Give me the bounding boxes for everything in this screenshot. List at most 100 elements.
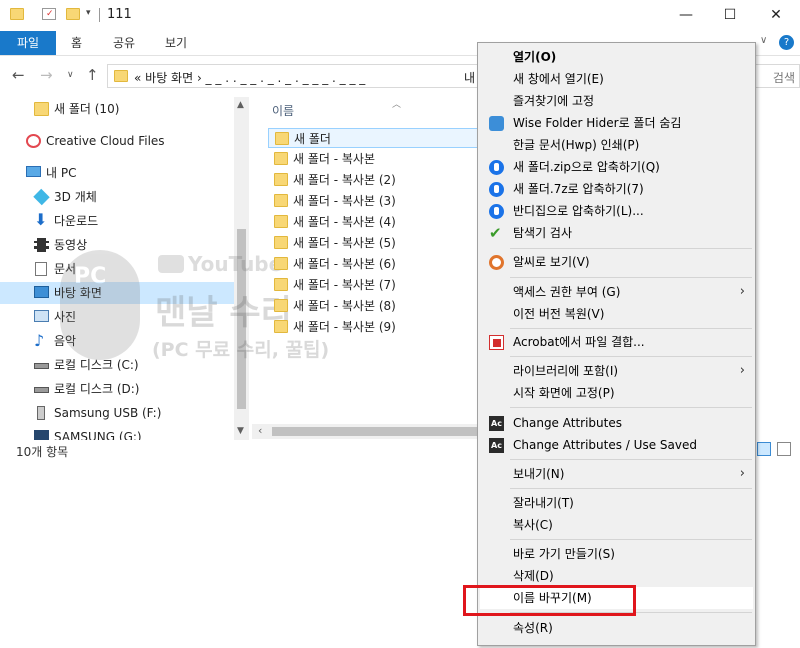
properties-icon[interactable]: ✓ <box>42 8 56 20</box>
list-item[interactable]: 새 폴더 - 복사본 (8) <box>268 296 478 316</box>
help-icon[interactable]: ? <box>779 35 794 50</box>
folder-icon <box>274 152 288 165</box>
nav-item-this-pc[interactable]: 내 PC <box>0 162 234 184</box>
music-icon: ♪ <box>34 331 45 350</box>
menu-item-restore-versions[interactable]: 이전 버전 복원(V) <box>480 303 753 325</box>
drive-icon <box>34 363 49 369</box>
menu-item-acrobat-combine[interactable]: Acrobat에서 파일 결합... <box>480 331 753 353</box>
minimize-button[interactable]: — <box>666 4 706 26</box>
nav-item-music[interactable]: ♪ 음악 <box>0 330 234 352</box>
title-separator <box>99 8 100 22</box>
nav-item-drive-c[interactable]: 로컬 디스크 (C:) <box>0 354 234 376</box>
submenu-arrow-icon: › <box>739 284 745 299</box>
window-title: 111 <box>107 7 132 22</box>
address-trailing-text: 내 <box>464 71 476 85</box>
list-item[interactable]: 새 폴더 - 복사본 (4) <box>268 212 478 232</box>
tab-home[interactable]: 홈 <box>71 31 82 55</box>
horizontal-scrollbar[interactable]: ‹ <box>252 424 482 439</box>
menu-separator <box>510 328 752 329</box>
desktop-icon <box>34 286 49 298</box>
nav-item-drive-d[interactable]: 로컬 디스크 (D:) <box>0 378 234 400</box>
list-item[interactable]: 새 폴더 - 복사본 (7) <box>268 275 478 295</box>
tab-file[interactable]: 파일 <box>0 31 56 55</box>
menu-item-pin-quick-access[interactable]: 즐겨찾기에 고정 <box>480 90 753 112</box>
quick-access-dropdown-icon[interactable]: ▾ <box>86 8 91 18</box>
address-path: « 바탕 화면 › _ _ . . _ _ . _ . _ . _ _ _ . … <box>134 71 366 85</box>
menu-item-explorer-scan[interactable]: ✔ 탐색기 검사 <box>480 222 753 244</box>
nav-pane-scrollbar[interactable]: ▲ ▼ <box>234 97 249 440</box>
tab-share[interactable]: 공유 <box>113 31 135 55</box>
bandizip-icon <box>489 182 504 197</box>
nav-item-usb-f[interactable]: Samsung USB (F:) <box>0 402 234 424</box>
maximize-button[interactable]: ☐ <box>710 4 750 26</box>
menu-item-compress-7z[interactable]: 새 폴더.7z로 압축하기(7) <box>480 178 753 200</box>
submenu-arrow-icon: › <box>739 363 745 378</box>
forward-arrow-icon[interactable]: → <box>40 66 53 84</box>
tab-view[interactable]: 보기 <box>165 31 187 55</box>
list-item[interactable]: 새 폴더 - 복사본 (3) <box>268 191 478 211</box>
close-button[interactable]: ✕ <box>756 4 796 26</box>
menu-separator <box>510 459 752 460</box>
scroll-down-icon[interactable]: ▼ <box>237 426 244 436</box>
nav-item-new-folder[interactable]: 새 폴더 (10) <box>0 98 234 120</box>
up-arrow-icon[interactable]: ↑ <box>86 66 99 84</box>
recent-locations-icon[interactable]: ∨ <box>67 70 74 80</box>
menu-item-hwp-print[interactable]: 한글 문서(Hwp) 인쇄(P) <box>480 134 753 156</box>
menu-item-pin-start[interactable]: 시작 화면에 고정(P) <box>480 382 753 404</box>
menu-item-change-attributes[interactable]: Ac Change Attributes <box>480 412 753 434</box>
nav-item-drive-g[interactable]: SAMSUNG (G:) <box>0 426 234 440</box>
list-item[interactable]: 새 폴더 <box>268 128 478 148</box>
change-attributes-icon: Ac <box>489 416 504 431</box>
back-arrow-icon[interactable]: ← <box>12 66 25 84</box>
new-folder-icon[interactable] <box>66 8 80 20</box>
folder-icon <box>274 278 288 291</box>
nav-item-documents[interactable]: 문서 <box>0 258 234 280</box>
menu-item-alsee-view[interactable]: 알씨로 보기(V) <box>480 251 753 273</box>
nav-item-videos[interactable]: 동영상 <box>0 234 234 256</box>
nav-item-desktop[interactable]: 바탕 화면 <box>0 282 234 304</box>
menu-item-delete[interactable]: 삭제(D) <box>480 565 753 587</box>
scroll-up-icon[interactable]: ▲ <box>237 100 244 110</box>
drive-icon <box>34 387 49 393</box>
menu-item-open-new-window[interactable]: 새 창에서 열기(E) <box>480 68 753 90</box>
title-bar: ✓ ▾ 111 — ☐ ✕ <box>0 0 800 31</box>
menu-item-send-to[interactable]: 보내기(N) › <box>480 463 753 485</box>
list-item[interactable]: 새 폴더 - 복사본 <box>268 149 478 169</box>
folder-icon <box>274 257 288 270</box>
details-view-icon[interactable] <box>757 442 771 456</box>
change-attributes-icon: Ac <box>489 438 504 453</box>
menu-separator <box>510 539 752 540</box>
scroll-thumb[interactable] <box>272 427 477 436</box>
menu-item-copy[interactable]: 복사(C) <box>480 514 753 536</box>
ribbon-expand-icon[interactable]: ∨ <box>760 35 767 46</box>
nav-item-downloads[interactable]: ⬇ 다운로드 <box>0 210 234 232</box>
menu-item-compress-zip[interactable]: 새 폴더.zip으로 압축하기(Q) <box>480 156 753 178</box>
nav-item-3d-objects[interactable]: 3D 개체 <box>0 186 234 208</box>
search-placeholder: 검색 <box>772 71 795 85</box>
menu-item-open[interactable]: 열기(O) <box>480 46 753 68</box>
scroll-left-icon[interactable]: ‹ <box>258 424 262 437</box>
submenu-arrow-icon: › <box>739 466 745 481</box>
menu-item-bandizip-compress[interactable]: 반디집으로 압축하기(L)... <box>480 200 753 222</box>
column-header-name[interactable]: 이름 <box>272 102 294 119</box>
menu-item-give-access[interactable]: 액세스 권한 부여 (G) › <box>480 281 753 303</box>
list-item[interactable]: 새 폴더 - 복사본 (9) <box>268 317 478 337</box>
scan-icon: ✔ <box>489 224 502 242</box>
nav-item-pictures[interactable]: 사진 <box>0 306 234 328</box>
menu-item-wise-folder-hider[interactable]: Wise Folder Hider로 폴더 숨김 <box>480 112 753 134</box>
bandizip-icon <box>489 204 504 219</box>
menu-item-change-attributes-saved[interactable]: Ac Change Attributes / Use Saved <box>480 434 753 456</box>
menu-item-cut[interactable]: 잘라내기(T) <box>480 492 753 514</box>
menu-separator <box>510 248 752 249</box>
nav-item-creative-cloud[interactable]: Creative Cloud Files <box>0 130 234 152</box>
list-item[interactable]: 새 폴더 - 복사본 (5) <box>268 233 478 253</box>
menu-item-properties[interactable]: 속성(R) <box>480 617 753 639</box>
list-item[interactable]: 새 폴더 - 복사본 (2) <box>268 170 478 190</box>
menu-item-include-library[interactable]: 라이브러리에 포함(I) › <box>480 360 753 382</box>
menu-item-create-shortcut[interactable]: 바로 가기 만들기(S) <box>480 543 753 565</box>
large-icons-view-icon[interactable] <box>777 442 791 456</box>
folder-icon <box>114 70 128 82</box>
scroll-thumb[interactable] <box>237 229 246 409</box>
list-item[interactable]: 새 폴더 - 복사본 (6) <box>268 254 478 274</box>
sort-ascending-icon: ︿ <box>392 100 402 110</box>
